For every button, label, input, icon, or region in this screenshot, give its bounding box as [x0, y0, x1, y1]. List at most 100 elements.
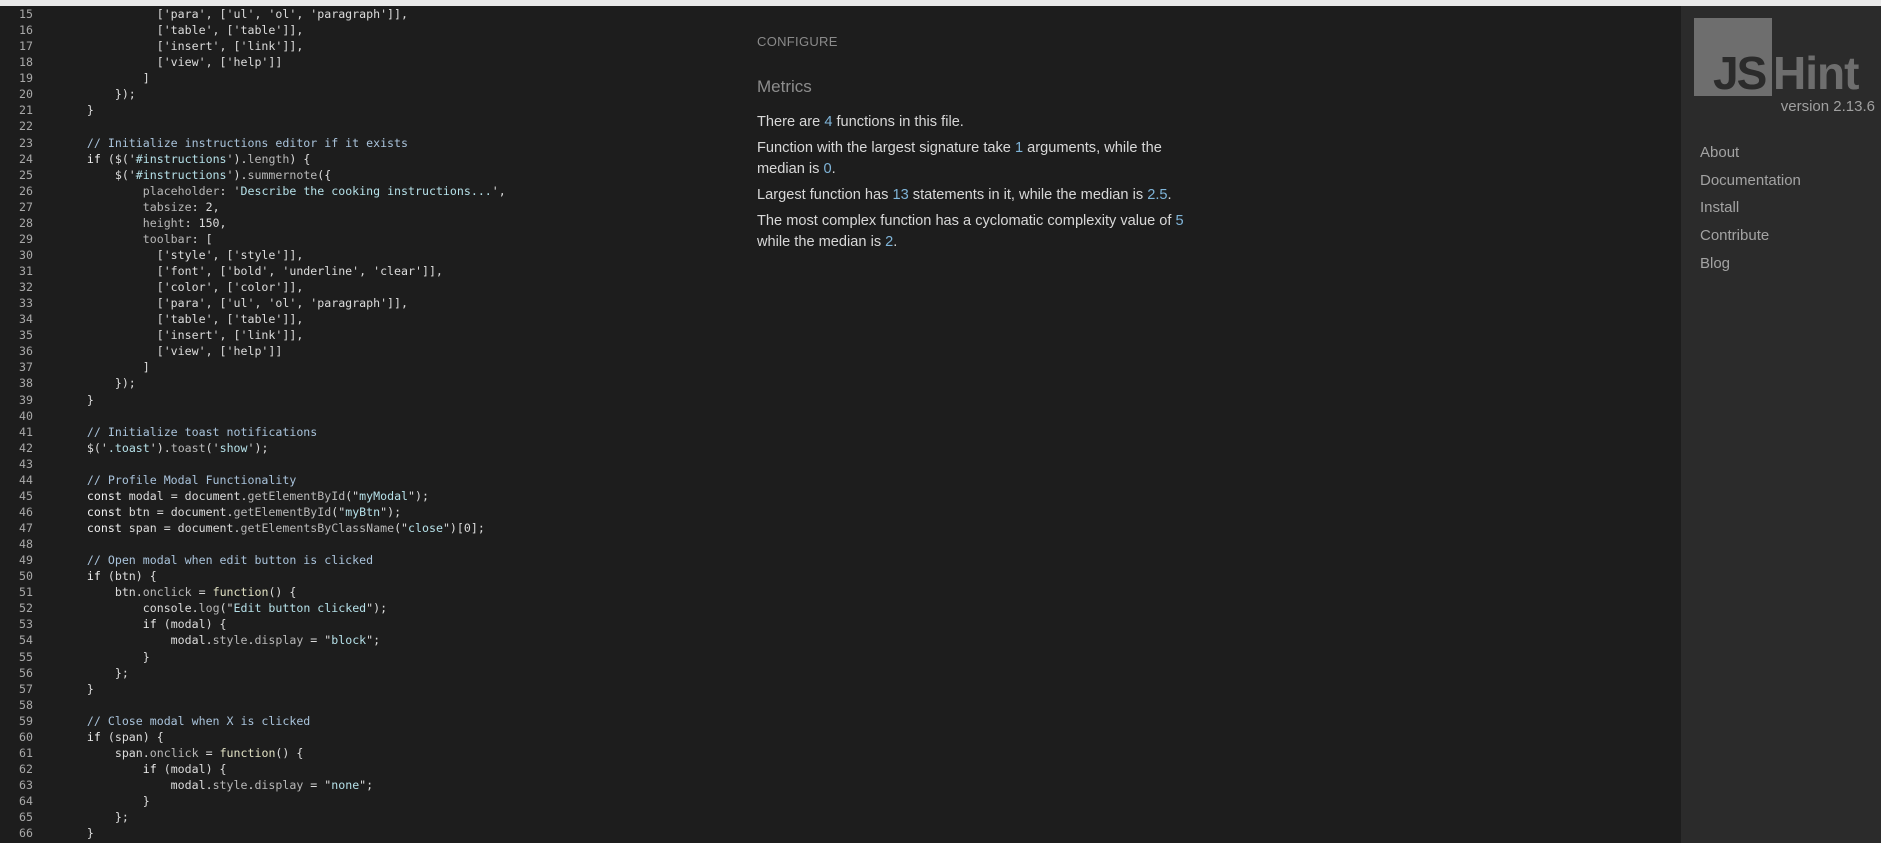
code-line[interactable]: 62 if (modal) { [0, 761, 740, 777]
code-line[interactable]: 41 // Initialize toast notifications [0, 424, 740, 440]
code-line[interactable]: 33 ['para', ['ul', 'ol', 'paragraph']], [0, 295, 740, 311]
code-line[interactable]: 15 ['para', ['ul', 'ol', 'paragraph']], [0, 6, 740, 22]
version-label: version 2.13.6 [1780, 98, 1875, 115]
code-line[interactable]: 36 ['view', ['help']] [0, 343, 740, 359]
code-line[interactable]: 65 }; [0, 809, 740, 825]
configure-link[interactable]: CONFIGURE [757, 34, 838, 49]
metric-value: 0 [823, 161, 832, 177]
line-number: 31 [19, 264, 33, 278]
code-token: ['color', ['color']], [59, 280, 304, 295]
code-token: span = document. [121, 521, 241, 535]
code-line[interactable]: 42 $('.toast').toast('show'); [0, 440, 740, 456]
code-line[interactable]: 31 ['font', ['bold', 'underline', 'clear… [0, 263, 740, 279]
code-line[interactable]: 59 // Close modal when X is clicked [0, 713, 740, 729]
line-number: 65 [19, 810, 33, 825]
code-line[interactable]: 24 if ($('#instructions').length) { [0, 151, 740, 167]
code-line[interactable]: 57 } [0, 681, 740, 697]
code-token: const [59, 521, 122, 535]
code-line[interactable]: 29 toolbar: [ [0, 231, 740, 247]
code-line[interactable]: 44 // Profile Modal Functionality [0, 472, 740, 488]
nav-blog-link[interactable]: Blog [1700, 250, 1801, 278]
code-text: if ($('#instructions').length) { [59, 151, 310, 167]
code-line[interactable]: 66 } [0, 825, 740, 841]
line-number: 21 [19, 103, 33, 118]
code-line[interactable]: 45 const modal = document.getElementById… [0, 488, 740, 504]
code-line[interactable]: 47 const span = document.getElementsByCl… [0, 520, 740, 536]
code-line[interactable]: 46 const btn = document.getElementById("… [0, 504, 740, 520]
code-line[interactable]: 23 // Initialize instructions editor if … [0, 135, 740, 151]
code-token: ) { [289, 151, 311, 166]
line-number: 55 [19, 649, 33, 664]
code-line[interactable]: 53 if (modal) { [0, 616, 740, 632]
code-token: modal = document. [121, 488, 248, 503]
code-line[interactable]: 63 modal.style.display = "none"; [0, 777, 740, 793]
code-line[interactable]: 35 ['insert', ['link']], [0, 327, 740, 343]
line-number: 60 [19, 729, 33, 744]
nav-about-link[interactable]: About [1700, 139, 1801, 167]
code-line[interactable]: 22 [0, 118, 740, 134]
code-line[interactable]: 28 height: 150, [0, 215, 740, 231]
code-text: ['color', ['color']], [59, 279, 304, 295]
code-line[interactable]: 50 if (btn) { [0, 568, 740, 584]
line-number: 32 [19, 280, 33, 295]
code-line[interactable]: 56 }; [0, 665, 740, 681]
code-line[interactable]: 55 } [0, 649, 740, 665]
code-token: ['table', ['table']], [59, 312, 304, 327]
code-line[interactable]: 30 ['style', ['style']], [0, 247, 740, 263]
nav-contribute-link[interactable]: Contribute [1700, 222, 1801, 250]
code-token: close [408, 521, 443, 535]
code-line[interactable]: 38 }); [0, 375, 740, 391]
code-token: log [198, 601, 220, 616]
code-line[interactable]: 64 } [0, 793, 740, 809]
code-token: height [59, 215, 185, 230]
code-line[interactable]: 32 ['color', ['color']], [0, 279, 740, 295]
code-token: if [59, 617, 157, 632]
line-number: 54 [19, 633, 33, 648]
code-token: style [212, 778, 248, 792]
line-number: 34 [19, 312, 33, 327]
code-token: ['para', ['ul', 'ol', 'paragraph']], [59, 296, 409, 311]
code-line[interactable]: 17 ['insert', ['link']], [0, 38, 740, 54]
code-line[interactable]: 49 // Open modal when edit button is cli… [0, 552, 740, 568]
code-line[interactable]: 16 ['table', ['table']], [0, 22, 740, 38]
code-line[interactable]: 40 [0, 408, 740, 424]
code-token: display [254, 778, 304, 792]
code-line[interactable]: 52 console.log("Edit button clicked"); [0, 600, 740, 616]
line-number: 59 [19, 713, 33, 728]
line-number: 52 [19, 601, 33, 616]
code-line[interactable]: 48 [0, 536, 740, 552]
code-text: }; [59, 809, 129, 825]
code-line[interactable]: 18 ['view', ['help']] [0, 54, 740, 70]
code-line[interactable]: 37 ] [0, 359, 740, 375]
line-number: 41 [19, 424, 33, 439]
code-token: function [219, 745, 276, 760]
nav-install-link[interactable]: Install [1700, 194, 1801, 222]
code-line[interactable]: 43 [0, 456, 740, 472]
code-line[interactable]: 25 $('#instructions').summernote({ [0, 167, 740, 183]
code-token: } [59, 649, 150, 664]
code-line[interactable]: 61 span.onclick = function() { [0, 745, 740, 761]
line-number: 24 [19, 151, 33, 166]
metric-value: 2.5 [1147, 187, 1168, 203]
code-token: ['view', ['help']] [59, 55, 283, 70]
code-line[interactable]: 58 [0, 697, 740, 713]
code-line[interactable]: 26 placeholder: 'Describe the cooking in… [0, 183, 740, 199]
code-text: } [59, 102, 94, 118]
nav-documentation-link[interactable]: Documentation [1700, 167, 1801, 195]
code-line[interactable]: 19 ] [0, 70, 740, 86]
code-text: btn.onclick = function() { [59, 584, 297, 600]
metric-item: Largest function has 13 statements in it… [757, 185, 1187, 206]
line-number: 66 [19, 826, 33, 841]
line-number: 16 [19, 23, 33, 38]
jshint-logo[interactable]: JS Hint [1694, 18, 1874, 102]
code-line[interactable]: 39 } [0, 392, 740, 408]
code-line[interactable]: 27 tabsize: 2, [0, 199, 740, 215]
code-editor[interactable]: 15 ['para', ['ul', 'ol', 'paragraph']], 1… [0, 6, 740, 843]
code-line[interactable]: 60 if (span) { [0, 729, 740, 745]
code-line[interactable]: 34 ['table', ['table']], [0, 311, 740, 327]
code-line[interactable]: 54 modal.style.display = "block"; [0, 632, 740, 648]
code-line[interactable]: 20 }); [0, 86, 740, 102]
code-line[interactable]: 21 } [0, 102, 740, 118]
line-number: 20 [19, 87, 33, 102]
code-line[interactable]: 51 btn.onclick = function() { [0, 584, 740, 600]
